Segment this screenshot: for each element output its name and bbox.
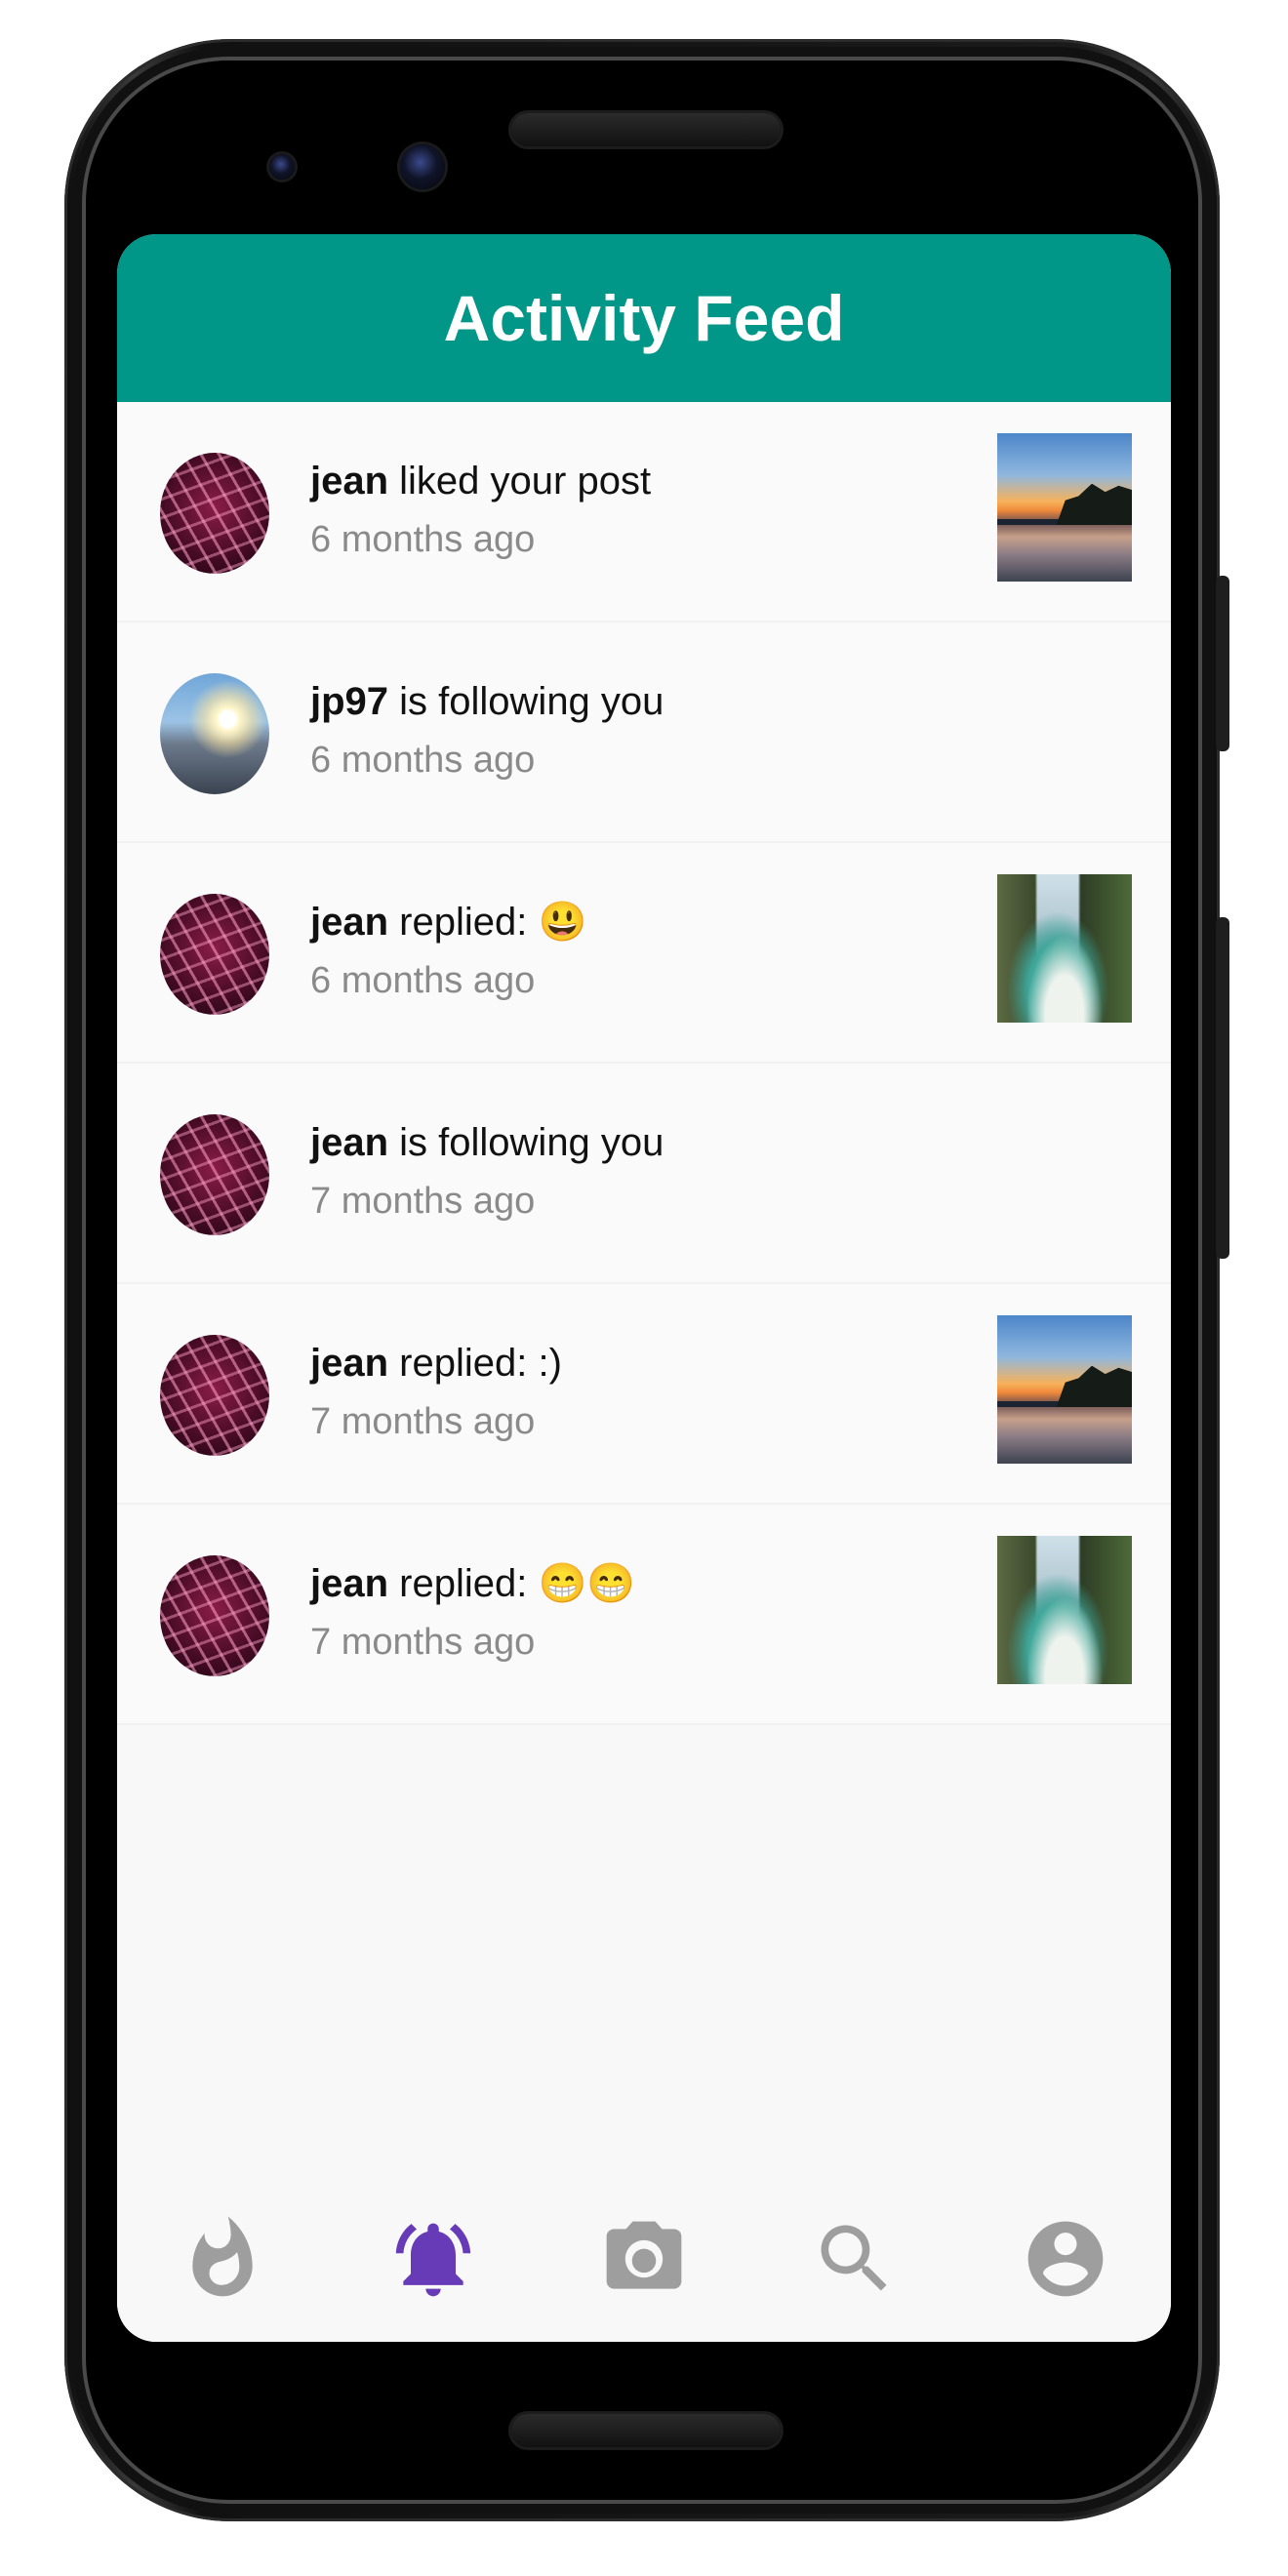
feed-item[interactable]: jean is following you 7 months ago [117, 1064, 1171, 1284]
user-avatar[interactable] [160, 1555, 269, 1676]
post-thumbnail[interactable] [997, 1315, 1132, 1464]
user-avatar[interactable] [160, 894, 269, 1015]
timestamp: 7 months ago [310, 1401, 536, 1442]
user-avatar[interactable] [160, 1114, 269, 1235]
feed-item[interactable]: jean liked your post 6 months ago [117, 402, 1171, 623]
camera-icon [606, 2221, 682, 2289]
feed-item-text: jean replied: :) 7 months ago [310, 1335, 562, 1452]
account-circle-icon [1027, 2221, 1104, 2297]
page-title: Activity Feed [443, 282, 845, 354]
feed-item[interactable]: jean replied: 😁😁 7 months ago [117, 1505, 1171, 1725]
whatshot-icon [192, 2216, 253, 2297]
timestamp: 6 months ago [310, 960, 536, 1001]
feed-item-text: jean replied: 😁😁 7 months ago [310, 1555, 635, 1672]
nav-activity-button[interactable] [375, 2200, 492, 2317]
feed-item[interactable]: jean replied: :) 7 months ago [117, 1284, 1171, 1505]
bottom-speaker [511, 2414, 781, 2447]
feed-item[interactable]: jean replied: 😃 6 months ago [117, 843, 1171, 1064]
nav-profile-button[interactable] [1007, 2200, 1124, 2317]
action-text: replied: :) [388, 1342, 562, 1385]
username[interactable]: jean [310, 460, 388, 503]
app-screen: Activity Feed jean liked your post 6 mon… [117, 234, 1171, 2342]
action-text: replied: 😁😁 [388, 1562, 636, 1605]
user-avatar[interactable] [160, 673, 269, 794]
feed-item-message: jean replied: 😁😁 [310, 1555, 635, 1612]
feed-item-message: jean replied: :) [310, 1335, 562, 1391]
action-text: is following you [388, 1121, 664, 1164]
front-camera-small [269, 154, 295, 180]
username[interactable]: jean [310, 1342, 388, 1385]
action-text: replied: 😃 [388, 901, 587, 944]
username[interactable]: jp97 [310, 680, 388, 723]
action-text: liked your post [388, 460, 652, 503]
notifications-icon [395, 2223, 471, 2297]
user-avatar[interactable] [160, 453, 269, 574]
timestamp: 6 months ago [310, 740, 536, 781]
feed-item-message: jean replied: 😃 [310, 894, 586, 950]
username[interactable]: jean [310, 1121, 388, 1164]
feed-item-text: jean liked your post 6 months ago [310, 453, 651, 570]
feed-item-message: jp97 is following you [310, 673, 664, 730]
feed-item-text: jean is following you 7 months ago [310, 1114, 664, 1231]
timestamp: 7 months ago [310, 1622, 536, 1663]
feed-item-message: jean liked your post [310, 453, 651, 509]
app-bar: Activity Feed [117, 234, 1171, 402]
user-avatar[interactable] [160, 1335, 269, 1456]
nav-timeline-button[interactable] [164, 2200, 281, 2317]
post-thumbnail[interactable] [997, 433, 1132, 582]
front-camera-large [400, 144, 445, 189]
volume-button [1216, 917, 1229, 1259]
bottom-navigation [117, 2176, 1171, 2342]
post-thumbnail[interactable] [997, 1536, 1132, 1684]
username[interactable]: jean [310, 901, 388, 944]
timestamp: 6 months ago [310, 519, 536, 560]
feed-item-text: jp97 is following you 6 months ago [310, 673, 664, 790]
activity-feed-list[interactable]: jean liked your post 6 months ago jp97 i… [117, 402, 1171, 1725]
top-speaker [511, 113, 781, 146]
feed-item-message: jean is following you [310, 1114, 664, 1171]
nav-upload-button[interactable] [585, 2200, 703, 2317]
timestamp: 7 months ago [310, 1181, 536, 1222]
search-icon [821, 2225, 887, 2291]
post-thumbnail[interactable] [997, 874, 1132, 1023]
username[interactable]: jean [310, 1562, 388, 1605]
feed-item[interactable]: jp97 is following you 6 months ago [117, 623, 1171, 843]
power-button [1216, 576, 1229, 751]
action-text: is following you [388, 680, 664, 723]
nav-search-button[interactable] [796, 2200, 913, 2317]
feed-item-text: jean replied: 😃 6 months ago [310, 894, 586, 1011]
